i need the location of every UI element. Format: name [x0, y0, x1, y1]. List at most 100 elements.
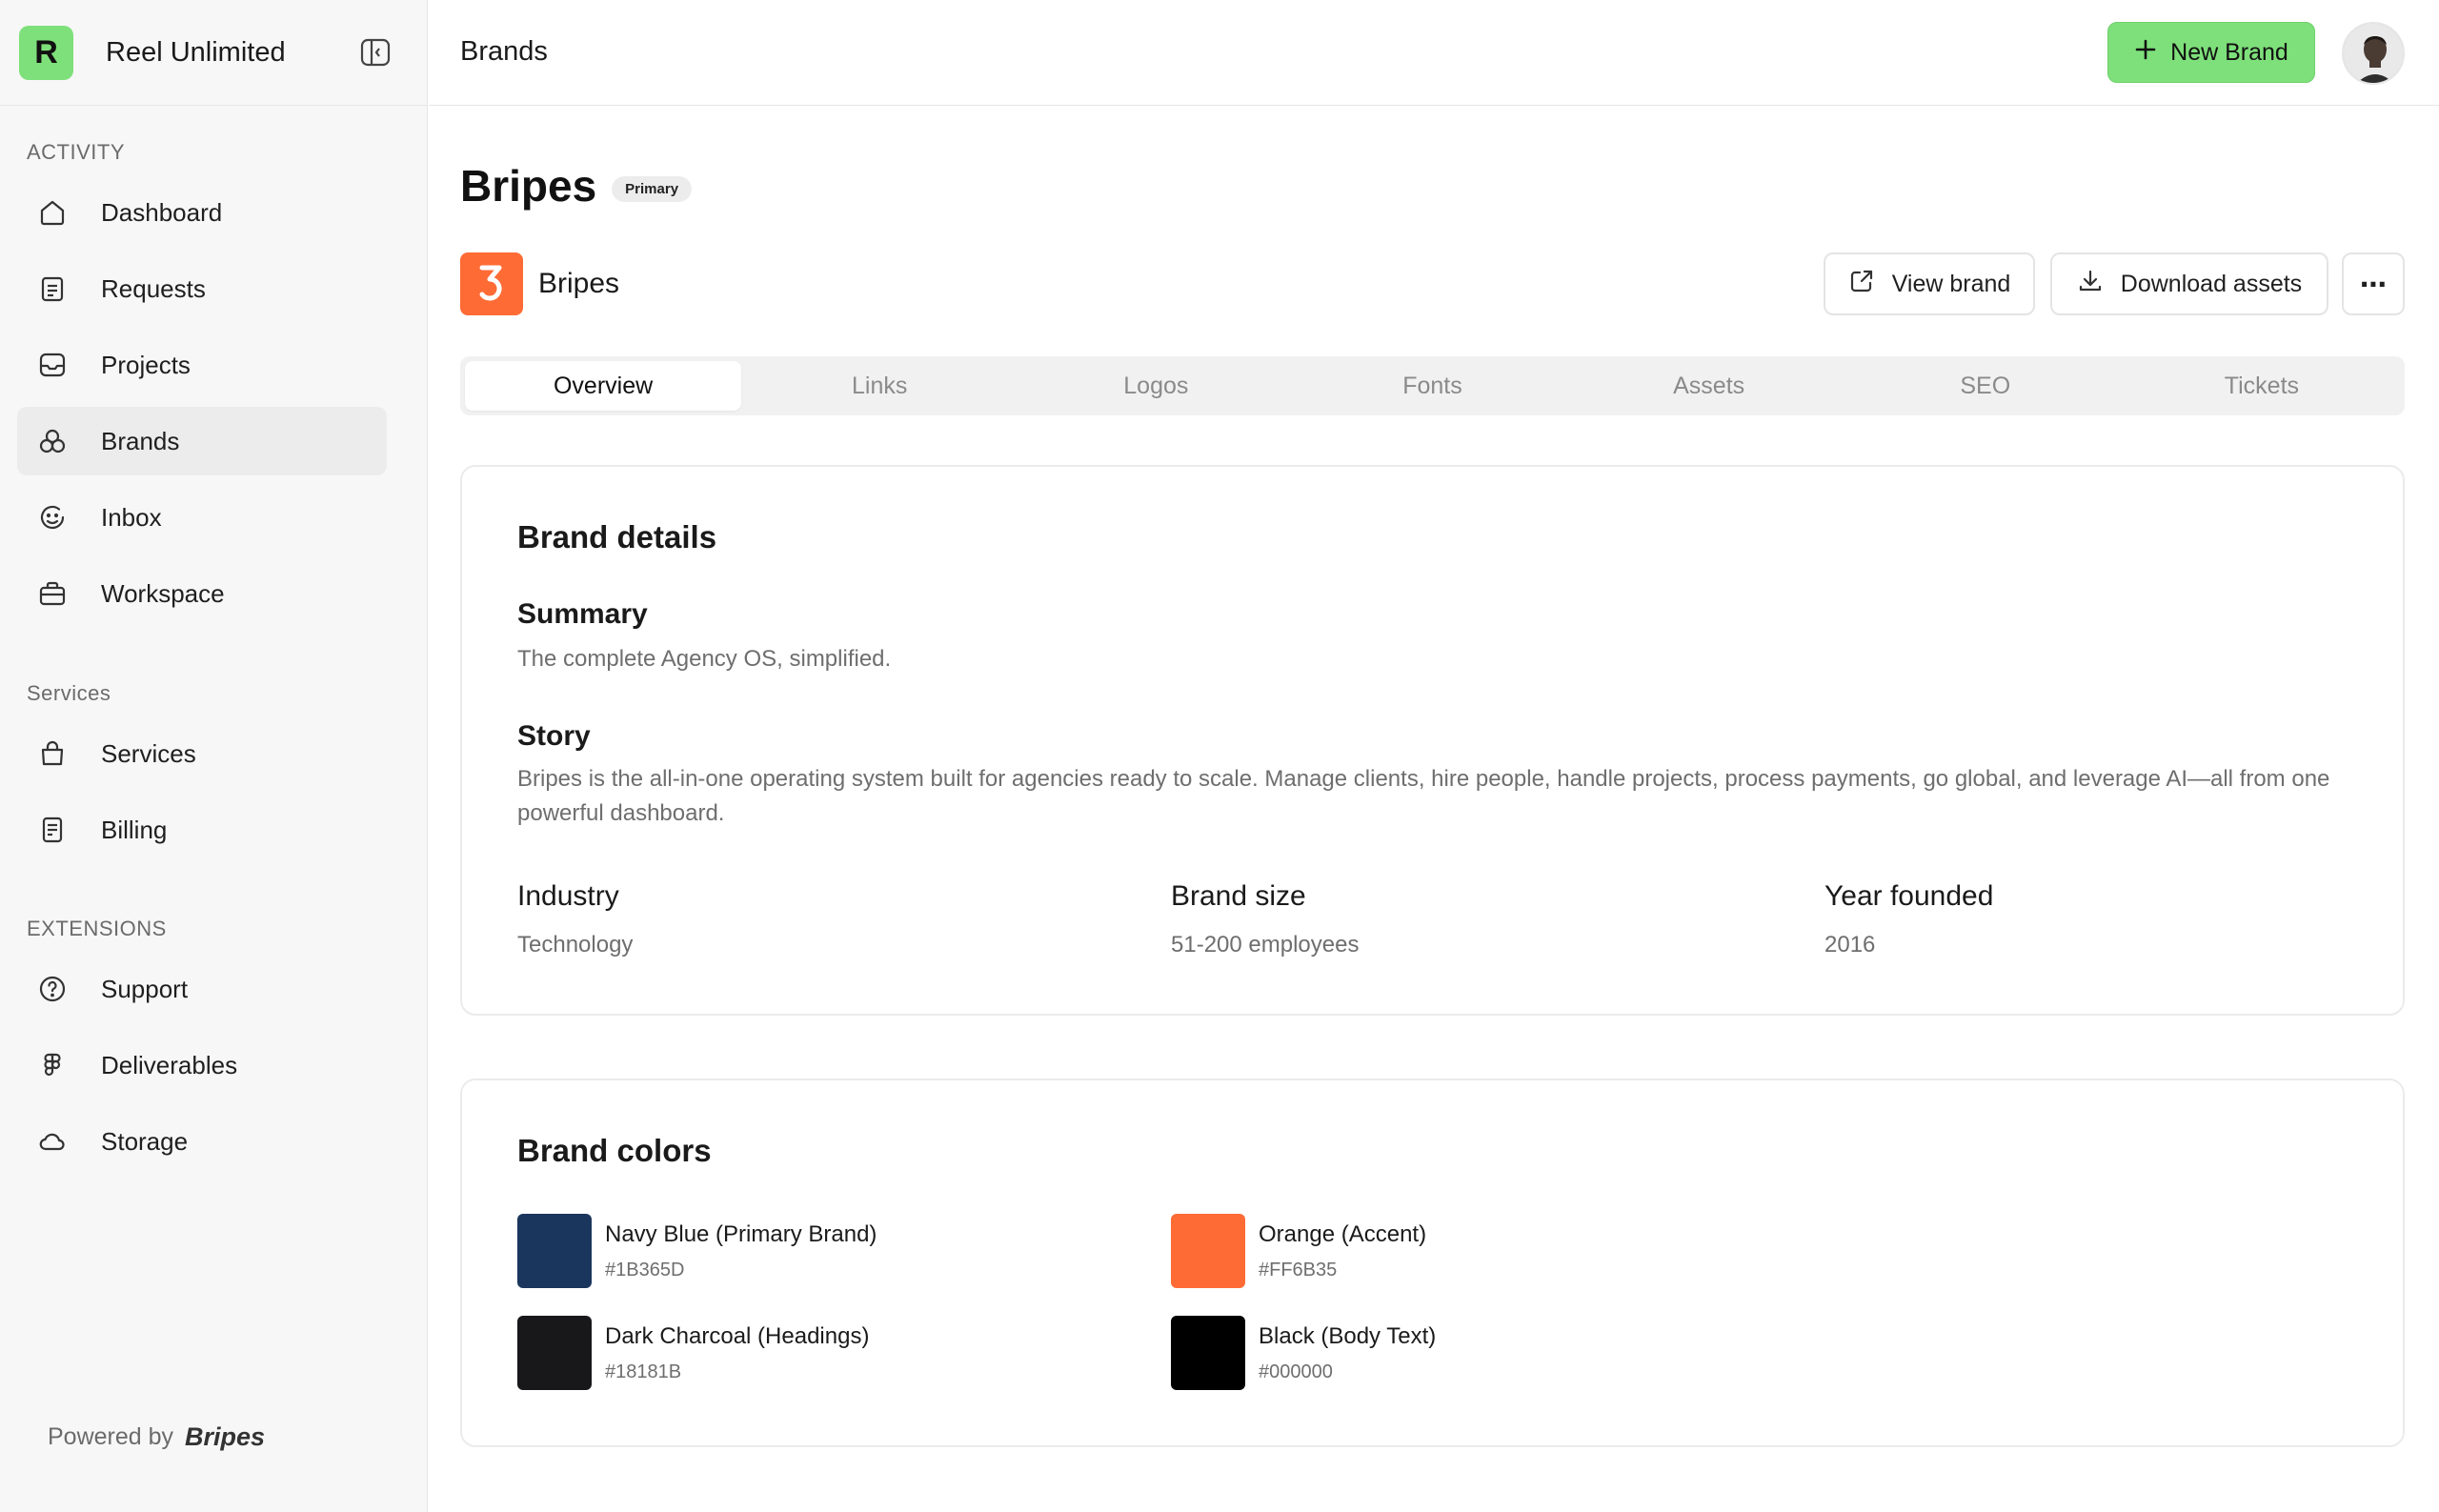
sidebar-item-dashboard[interactable]: Dashboard — [17, 178, 387, 247]
brand-tabs: Overview Links Logos Fonts Assets SEO Ti… — [460, 356, 2405, 415]
section-label-services: Services — [27, 681, 111, 705]
summary-text: The complete Agency OS, simplified. — [517, 646, 892, 672]
sidebar-item-label: Workspace — [101, 578, 225, 608]
powered-by-text: Powered by — [48, 1423, 174, 1450]
summary-label: Summary — [517, 598, 648, 630]
color-name: Dark Charcoal (Headings) — [605, 1322, 870, 1349]
sidebar-item-workspace[interactable]: Workspace — [17, 559, 387, 628]
brand-details-title: Brand details — [517, 519, 717, 554]
sidebar-item-label: Storage — [101, 1126, 189, 1156]
sidebar-item-services[interactable]: Services — [17, 719, 387, 788]
shopping-bag-icon — [36, 737, 69, 770]
color-swatch — [517, 1214, 592, 1288]
tab-overview[interactable]: Overview — [465, 361, 742, 411]
color-swatch — [1171, 1316, 1245, 1390]
industry-value: Technology — [517, 932, 634, 958]
section-label-extensions: EXTENSIONS — [27, 917, 167, 940]
color-hex: #18181B — [605, 1361, 682, 1382]
view-brand-button[interactable]: View brand — [1824, 252, 2035, 315]
sidebar-item-inbox[interactable]: Inbox — [17, 483, 387, 552]
sidebar-item-label: Requests — [101, 273, 206, 303]
page-breadcrumb: Brands — [460, 36, 548, 67]
tab-seo[interactable]: SEO — [1847, 361, 2124, 411]
color-name: Orange (Accent) — [1259, 1220, 1427, 1247]
sidebar-item-label: Dashboard — [101, 197, 223, 227]
sidebar-item-label: Support — [101, 974, 189, 1003]
tab-logos[interactable]: Logos — [1018, 361, 1294, 411]
inbox-tray-icon — [36, 349, 69, 381]
primary-badge: Primary — [612, 175, 693, 202]
story-label: Story — [517, 720, 591, 752]
sidebar-item-storage[interactable]: Storage — [17, 1107, 387, 1176]
sidebar-item-support[interactable]: Support — [17, 955, 387, 1023]
figma-icon — [36, 1049, 69, 1081]
app-logo[interactable]: R — [19, 25, 73, 80]
new-brand-button[interactable]: New Brand — [2107, 22, 2315, 83]
section-label-activity: ACTIVITY — [27, 140, 126, 164]
home-icon — [36, 196, 69, 229]
brands-icon — [36, 425, 69, 457]
clipboard-icon — [36, 272, 69, 305]
download-assets-button[interactable]: Download assets — [2050, 252, 2328, 315]
tab-fonts[interactable]: Fonts — [1294, 361, 1570, 411]
sidebar-item-brands[interactable]: Brands — [17, 407, 387, 475]
color-name: Black (Body Text) — [1259, 1322, 1437, 1349]
sidebar-item-label: Inbox — [101, 502, 162, 532]
brand-size-label: Brand size — [1171, 880, 1306, 912]
color-item[interactable]: Black (Body Text) #000000 — [1171, 1316, 1436, 1390]
top-bar: Brands New Brand — [429, 0, 2439, 106]
year-founded-value: 2016 — [1824, 932, 1876, 958]
sidebar-item-label: Deliverables — [101, 1050, 238, 1079]
sidebar-item-requests[interactable]: Requests — [17, 254, 387, 323]
plus-icon — [2134, 38, 2157, 68]
brand-identity: Bripes — [460, 252, 619, 315]
briefcase-icon — [36, 577, 69, 610]
tab-assets[interactable]: Assets — [1571, 361, 1847, 411]
user-avatar[interactable] — [2342, 22, 2405, 85]
page-title-row: Bripes Primary — [460, 160, 693, 212]
color-item[interactable]: Navy Blue (Primary Brand) #1B365D — [517, 1214, 877, 1288]
tab-links[interactable]: Links — [741, 361, 1018, 411]
more-horizontal-icon: ⋯ — [2360, 269, 2387, 299]
industry-field: Industry Technology — [517, 880, 633, 958]
powered-by: Powered by Bripes — [48, 1422, 265, 1452]
cloud-icon — [36, 1125, 69, 1158]
workspace-name[interactable]: Reel Unlimited — [106, 37, 286, 69]
page-title: Bripes — [460, 161, 597, 211]
sidebar-item-billing[interactable]: Billing — [17, 796, 387, 864]
color-hex: #FF6B35 — [1259, 1259, 1338, 1280]
tab-tickets[interactable]: Tickets — [2124, 361, 2400, 411]
brand-name: Bripes — [538, 268, 620, 299]
sidebar-item-label: Billing — [101, 815, 168, 844]
main-content: Bripes Primary Bripes View brand Downloa… — [429, 107, 2439, 1512]
color-name: Navy Blue (Primary Brand) — [605, 1220, 877, 1247]
brand-colors-title: Brand colors — [517, 1133, 712, 1168]
color-swatch — [517, 1316, 592, 1390]
receipt-icon — [36, 814, 69, 846]
download-icon — [2077, 268, 2104, 301]
brand-colors-card: Brand colors Navy Blue (Primary Brand) #… — [460, 1079, 2405, 1447]
new-brand-label: New Brand — [2170, 38, 2288, 66]
brand-size-value: 51-200 employees — [1171, 932, 1360, 958]
year-founded-field: Year founded 2016 — [1824, 880, 1993, 958]
help-circle-icon — [36, 973, 69, 1005]
powered-by-brand[interactable]: Bripes — [185, 1422, 265, 1452]
story-text: Bripes is the all-in-one operating syste… — [517, 766, 2330, 826]
sidebar-toggle-icon[interactable] — [358, 35, 393, 70]
sidebar-item-label: Brands — [101, 426, 180, 455]
sidebar-item-label: Services — [101, 738, 196, 768]
color-item[interactable]: Orange (Accent) #FF6B35 — [1171, 1214, 1426, 1288]
brand-details-card: Brand details Summary The complete Agenc… — [460, 465, 2405, 1016]
color-item[interactable]: Dark Charcoal (Headings) #18181B — [517, 1316, 869, 1390]
sidebar-item-deliverables[interactable]: Deliverables — [17, 1031, 387, 1099]
year-founded-label: Year founded — [1824, 880, 1994, 912]
external-link-icon — [1848, 268, 1875, 301]
more-options-button[interactable]: ⋯ — [2342, 252, 2405, 315]
color-hex: #000000 — [1259, 1361, 1333, 1382]
sidebar-item-projects[interactable]: Projects — [17, 331, 387, 399]
sidebar-item-label: Projects — [101, 350, 191, 379]
color-swatch — [1171, 1214, 1245, 1288]
color-hex: #1B365D — [605, 1259, 685, 1280]
brand-size-field: Brand size 51-200 employees — [1171, 880, 1359, 958]
view-brand-label: View brand — [1891, 270, 2011, 297]
